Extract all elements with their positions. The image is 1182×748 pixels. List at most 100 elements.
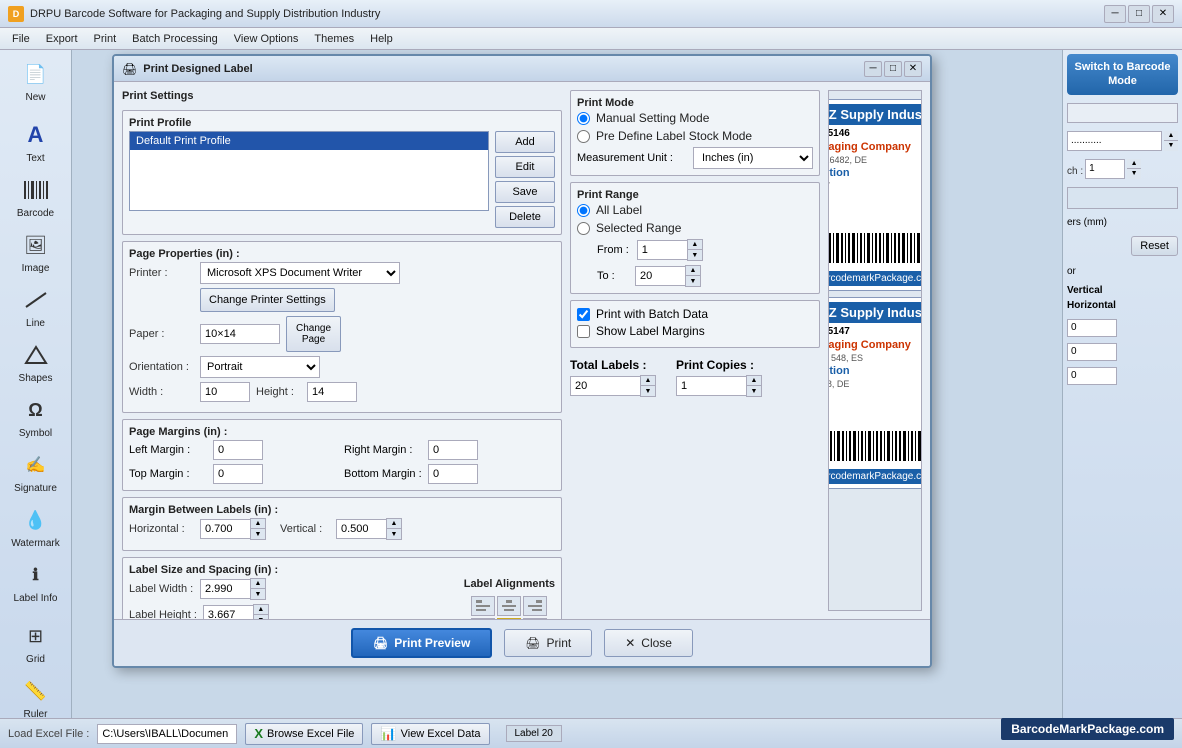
vert-spin-down[interactable]: ▼ [387, 529, 401, 539]
from-spin-down[interactable]: ▼ [688, 250, 702, 260]
tl-spin-up[interactable]: ▲ [641, 376, 655, 386]
radio-predefine[interactable] [577, 130, 590, 143]
horiz-margin-input[interactable] [200, 519, 250, 539]
pc-spin-up[interactable]: ▲ [747, 376, 761, 386]
lh-spin-up[interactable]: ▲ [254, 605, 268, 615]
menu-themes[interactable]: Themes [306, 31, 362, 47]
view-excel-btn[interactable]: 📊 View Excel Data [371, 723, 489, 745]
label-width-input[interactable] [200, 579, 250, 599]
paper-input[interactable] [200, 324, 280, 344]
orientation-select[interactable]: Portrait [200, 356, 320, 378]
right-num-1[interactable] [1067, 319, 1117, 337]
sidebar-item-image[interactable]: 🖼 Image [4, 225, 68, 278]
top-margin-input[interactable] [213, 464, 263, 484]
align-top-center[interactable] [497, 596, 521, 616]
sidebar-item-signature[interactable]: ✍ Signature [4, 445, 68, 498]
edit-profile-btn[interactable]: Edit [495, 156, 555, 178]
radio-predefine-row[interactable]: Pre Define Label Stock Mode [577, 129, 813, 143]
to-spin-up[interactable]: ▲ [686, 266, 700, 276]
menu-help[interactable]: Help [362, 31, 401, 47]
change-page-btn[interactable]: Change Page [286, 316, 341, 352]
close-dialog-btn[interactable]: ✕ Close [604, 629, 693, 657]
sidebar-item-symbol[interactable]: Ω Symbol [4, 390, 68, 443]
batch-data-row[interactable]: Print with Batch Data [577, 307, 813, 321]
printer-select[interactable]: Microsoft XPS Document Writer [200, 262, 400, 284]
sidebar-item-new[interactable]: 📄 New [4, 54, 68, 107]
sidebar-item-line[interactable]: Line [4, 280, 68, 333]
tl-spin-down[interactable]: ▼ [641, 386, 655, 396]
close-btn[interactable]: ✕ [1152, 5, 1174, 23]
radio-all[interactable] [577, 204, 590, 217]
radio-selected[interactable] [577, 222, 590, 235]
print-btn[interactable]: 🖨 Print [504, 629, 592, 657]
label-height-input[interactable] [203, 605, 253, 619]
sidebar-item-shapes[interactable]: Shapes [4, 335, 68, 388]
measurement-select[interactable]: Inches (in) [693, 147, 813, 169]
align-top-left[interactable] [471, 596, 495, 616]
left-margin-input[interactable] [213, 440, 263, 460]
pc-spin-down[interactable]: ▼ [747, 386, 761, 396]
menu-export[interactable]: Export [38, 31, 86, 47]
sidebar-item-text[interactable]: A Text [4, 115, 68, 168]
batch-data-checkbox[interactable] [577, 308, 590, 321]
radio-all-row[interactable]: All Label [577, 203, 813, 217]
browse-excel-btn[interactable]: X Browse Excel File [245, 723, 363, 745]
sidebar-item-ruler[interactable]: 📏 Ruler [4, 671, 68, 724]
sidebar-item-watermark[interactable]: 💧 Watermark [4, 500, 68, 553]
horiz-spin-up[interactable]: ▲ [251, 519, 265, 529]
radio-selected-row[interactable]: Selected Range [577, 221, 813, 235]
right-num-2[interactable] [1067, 343, 1117, 361]
menu-view[interactable]: View Options [226, 31, 307, 47]
total-labels-input[interactable] [570, 376, 640, 396]
right-spin-down-2[interactable]: ▼ [1127, 169, 1141, 179]
save-profile-btn[interactable]: Save [495, 181, 555, 203]
menu-print[interactable]: Print [86, 31, 125, 47]
modal-close-btn[interactable]: ✕ [904, 61, 922, 77]
maximize-btn[interactable]: □ [1128, 5, 1150, 23]
minimize-btn[interactable]: ─ [1104, 5, 1126, 23]
vert-spin-up[interactable]: ▲ [387, 519, 401, 529]
right-spin-up-2[interactable]: ▲ [1127, 159, 1141, 169]
lw-spin-down[interactable]: ▼ [251, 589, 265, 599]
change-printer-btn[interactable]: Change Printer Settings [200, 288, 335, 312]
file-path-input[interactable] [97, 724, 237, 744]
right-spin-up-1[interactable]: ▲ [1164, 131, 1178, 141]
horiz-spin-down[interactable]: ▼ [251, 529, 265, 539]
vert-margin-input[interactable] [336, 519, 386, 539]
from-input[interactable] [637, 240, 687, 260]
show-margins-row[interactable]: Show Label Margins [577, 324, 813, 338]
show-margins-checkbox[interactable] [577, 325, 590, 338]
profile-list[interactable]: Default Print Profile [129, 131, 489, 211]
menu-batch[interactable]: Batch Processing [124, 31, 226, 47]
label-tab[interactable]: Label 20 [506, 725, 562, 742]
lw-spin-up[interactable]: ▲ [251, 579, 265, 589]
width-input[interactable] [200, 382, 250, 402]
right-pattern-input[interactable] [1067, 131, 1162, 151]
reset-btn[interactable]: Reset [1131, 236, 1178, 256]
delete-profile-btn[interactable]: Delete [495, 206, 555, 228]
right-color-selector[interactable] [1067, 187, 1178, 209]
align-top-right[interactable] [523, 596, 547, 616]
to-spin-down[interactable]: ▼ [686, 276, 700, 286]
modal-minimize-btn[interactable]: ─ [864, 61, 882, 77]
switch-mode-btn[interactable]: Switch to Barcode Mode [1067, 54, 1178, 95]
right-spin-down-1[interactable]: ▼ [1164, 141, 1178, 151]
menu-file[interactable]: File [4, 31, 38, 47]
sidebar-item-labelinfo[interactable]: ℹ Label Info [4, 555, 68, 608]
to-input[interactable] [635, 266, 685, 286]
right-margin-input[interactable] [428, 440, 478, 460]
bottom-margin-input[interactable] [428, 464, 478, 484]
print-copies-input[interactable] [676, 376, 746, 396]
modal-maximize-btn[interactable]: □ [884, 61, 902, 77]
add-profile-btn[interactable]: Add [495, 131, 555, 153]
sidebar-item-grid[interactable]: ⊞ Grid [4, 616, 68, 669]
height-input[interactable] [307, 382, 357, 402]
right-num-3[interactable] [1067, 367, 1117, 385]
profile-item-default[interactable]: Default Print Profile [130, 132, 488, 150]
radio-manual[interactable] [577, 112, 590, 125]
radio-manual-row[interactable]: Manual Setting Mode [577, 111, 813, 125]
sidebar-item-barcode[interactable]: Barcode [4, 170, 68, 223]
from-spin-up[interactable]: ▲ [688, 240, 702, 250]
print-preview-btn[interactable]: 🖨 Print Preview [351, 628, 492, 658]
right-ch-input[interactable] [1085, 159, 1125, 179]
